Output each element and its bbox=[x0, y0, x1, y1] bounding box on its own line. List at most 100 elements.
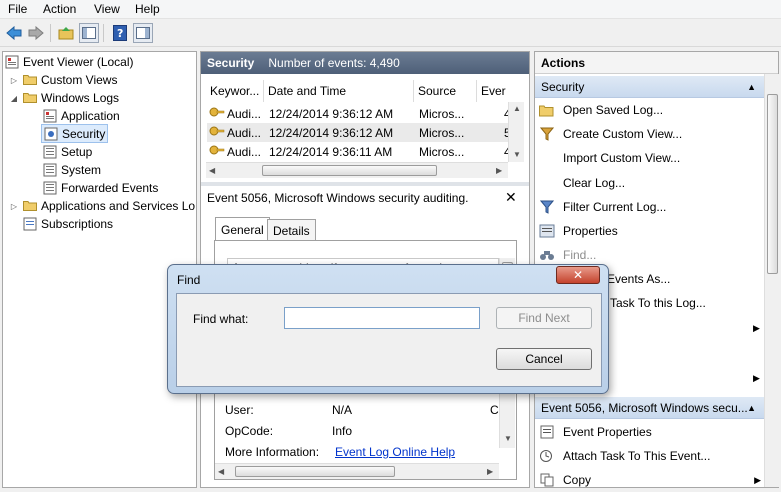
tree-item-security[interactable]: Security bbox=[41, 124, 109, 143]
security-log-icon bbox=[44, 127, 58, 141]
key-icon bbox=[209, 106, 225, 123]
subscriptions-icon bbox=[23, 217, 37, 231]
folder-icon bbox=[23, 73, 37, 87]
event-list-vscrollbar[interactable]: ▲ ▼ bbox=[508, 102, 524, 162]
tree-item-subscriptions[interactable]: Subscriptions bbox=[23, 215, 113, 233]
close-detail-icon[interactable]: ✕ bbox=[505, 189, 517, 206]
actions-title: Actions bbox=[535, 52, 778, 74]
binoculars-icon bbox=[539, 247, 555, 263]
tab-general[interactable]: General bbox=[215, 217, 270, 241]
dialog-title: Find bbox=[177, 273, 201, 287]
actions-section-event[interactable]: Event 5056, Microsoft Windows secu... ▲ bbox=[535, 397, 764, 419]
field-extra: C bbox=[490, 403, 499, 417]
find-next-button[interactable]: Find Next bbox=[496, 307, 592, 329]
event-count: Number of events: 4,490 bbox=[268, 56, 400, 70]
tree-item-system[interactable]: System bbox=[43, 161, 101, 179]
log-icon bbox=[43, 181, 57, 195]
show-hide-action-pane-icon[interactable] bbox=[133, 23, 153, 43]
filter-icon bbox=[539, 199, 555, 215]
action-event-properties[interactable]: Event Properties bbox=[539, 421, 763, 443]
scroll-thumb[interactable] bbox=[262, 165, 437, 176]
action-attach-task-to-log[interactable]: Task To this Log... bbox=[610, 292, 763, 314]
event-list-hscrollbar[interactable]: ◀ ▶ bbox=[206, 162, 508, 178]
folder-icon bbox=[23, 91, 37, 105]
table-row[interactable]: Audi... 12/24/2014 9:36:12 AM Micros... … bbox=[207, 123, 512, 142]
column-date-time[interactable]: Date and Time bbox=[264, 80, 414, 102]
action-copy[interactable]: Copy ▶ bbox=[539, 469, 763, 491]
log-icon bbox=[43, 145, 57, 159]
tree-item-root[interactable]: Event Viewer (Local) bbox=[5, 53, 134, 71]
collapse-icon[interactable]: ◢ bbox=[9, 93, 19, 103]
copy-icon bbox=[539, 472, 555, 488]
properties-icon bbox=[539, 223, 555, 239]
expand-icon[interactable]: ▷ bbox=[9, 75, 19, 85]
filter-icon bbox=[539, 126, 555, 142]
detail-hscrollbar[interactable]: ◀ ▶ bbox=[215, 463, 499, 479]
menu-view[interactable]: View bbox=[94, 2, 120, 16]
key-icon bbox=[209, 125, 225, 142]
action-save-events-as[interactable]: Events As... bbox=[607, 268, 763, 290]
log-name: Security bbox=[207, 56, 255, 70]
action-open-saved-log[interactable]: Open Saved Log... bbox=[539, 99, 763, 121]
open-folder-icon bbox=[539, 102, 555, 118]
action-clear-log[interactable]: Clear Log... bbox=[539, 172, 763, 194]
show-hide-tree-icon[interactable] bbox=[79, 23, 99, 43]
action-create-custom-view[interactable]: Create Custom View... bbox=[539, 123, 763, 145]
event-properties-icon bbox=[539, 424, 555, 440]
key-icon bbox=[209, 144, 225, 161]
column-source[interactable]: Source bbox=[414, 80, 477, 102]
action-attach-task-to-event[interactable]: Attach Task To This Event... bbox=[539, 445, 763, 467]
scroll-thumb[interactable] bbox=[235, 466, 395, 477]
help-icon[interactable]: ? bbox=[110, 23, 130, 43]
table-row[interactable]: Audi... 12/24/2014 9:36:12 AM Micros... … bbox=[207, 104, 512, 123]
event-detail-title: Event 5056, Microsoft Windows security a… bbox=[207, 191, 469, 205]
tab-details[interactable]: Details bbox=[267, 219, 316, 241]
menu-help[interactable]: Help bbox=[135, 2, 160, 16]
log-header: Security Number of events: 4,490 bbox=[201, 52, 529, 74]
find-dialog: Find ✕ Find what: Find Next Cancel bbox=[167, 264, 609, 394]
submenu-arrow-icon[interactable]: ▶ bbox=[754, 475, 761, 486]
event-viewer-icon bbox=[5, 55, 19, 69]
log-icon bbox=[43, 109, 57, 123]
table-row[interactable]: Audi... 12/24/2014 9:36:11 AM Micros... … bbox=[207, 142, 512, 161]
find-what-input[interactable] bbox=[284, 307, 480, 329]
scroll-thumb[interactable] bbox=[767, 94, 778, 274]
actions-vscrollbar[interactable] bbox=[764, 74, 780, 487]
column-keywords[interactable]: Keywor... bbox=[206, 80, 264, 102]
menu-bar: File Action View Help bbox=[0, 0, 781, 19]
actions-section-security[interactable]: Security ▲ bbox=[535, 76, 764, 98]
cancel-button[interactable]: Cancel bbox=[496, 348, 592, 370]
folder-up-icon[interactable] bbox=[56, 23, 76, 43]
svg-text:?: ? bbox=[117, 27, 123, 40]
action-filter-current-log[interactable]: Filter Current Log... bbox=[539, 196, 763, 218]
collapse-section-icon[interactable]: ▲ bbox=[747, 403, 756, 413]
tree-item-applications-services[interactable]: ▷ Applications and Services Lo bbox=[9, 197, 195, 215]
collapse-section-icon[interactable]: ▲ bbox=[747, 82, 756, 92]
action-properties[interactable]: Properties bbox=[539, 220, 763, 242]
log-icon bbox=[43, 163, 57, 177]
back-arrow-icon[interactable] bbox=[4, 23, 24, 43]
expand-icon[interactable]: ▷ bbox=[9, 201, 19, 211]
action-find[interactable]: Find... bbox=[539, 244, 763, 266]
menu-file[interactable]: File bbox=[8, 2, 27, 16]
field-value-user: N/A bbox=[332, 403, 353, 417]
close-icon: ✕ bbox=[572, 268, 584, 282]
close-dialog-button[interactable]: ✕ bbox=[556, 266, 600, 284]
column-event-id[interactable]: Ever bbox=[477, 80, 512, 102]
field-value-opcode: Info bbox=[332, 424, 353, 438]
tree-item-forwarded-events[interactable]: Forwarded Events bbox=[43, 179, 158, 197]
folder-icon bbox=[23, 199, 37, 213]
field-label-more-info: More Information: bbox=[225, 445, 320, 459]
action-import-custom-view[interactable]: Import Custom View... bbox=[539, 147, 763, 169]
event-log-online-help-link[interactable]: Event Log Online Help bbox=[335, 445, 455, 459]
tree-item-application[interactable]: Application bbox=[43, 107, 120, 125]
tree-item-setup[interactable]: Setup bbox=[43, 143, 92, 161]
menu-action[interactable]: Action bbox=[43, 2, 76, 16]
field-label-user: User: bbox=[225, 403, 254, 417]
find-what-label: Find what: bbox=[193, 312, 249, 326]
toolbar: ? bbox=[0, 19, 781, 47]
tree-item-custom-views[interactable]: ▷ Custom Views bbox=[9, 71, 118, 89]
dialog-body: Find what: Find Next Cancel bbox=[176, 293, 602, 387]
forward-arrow-icon[interactable] bbox=[26, 23, 46, 43]
tree-item-windows-logs[interactable]: ◢ Windows Logs bbox=[9, 89, 119, 107]
